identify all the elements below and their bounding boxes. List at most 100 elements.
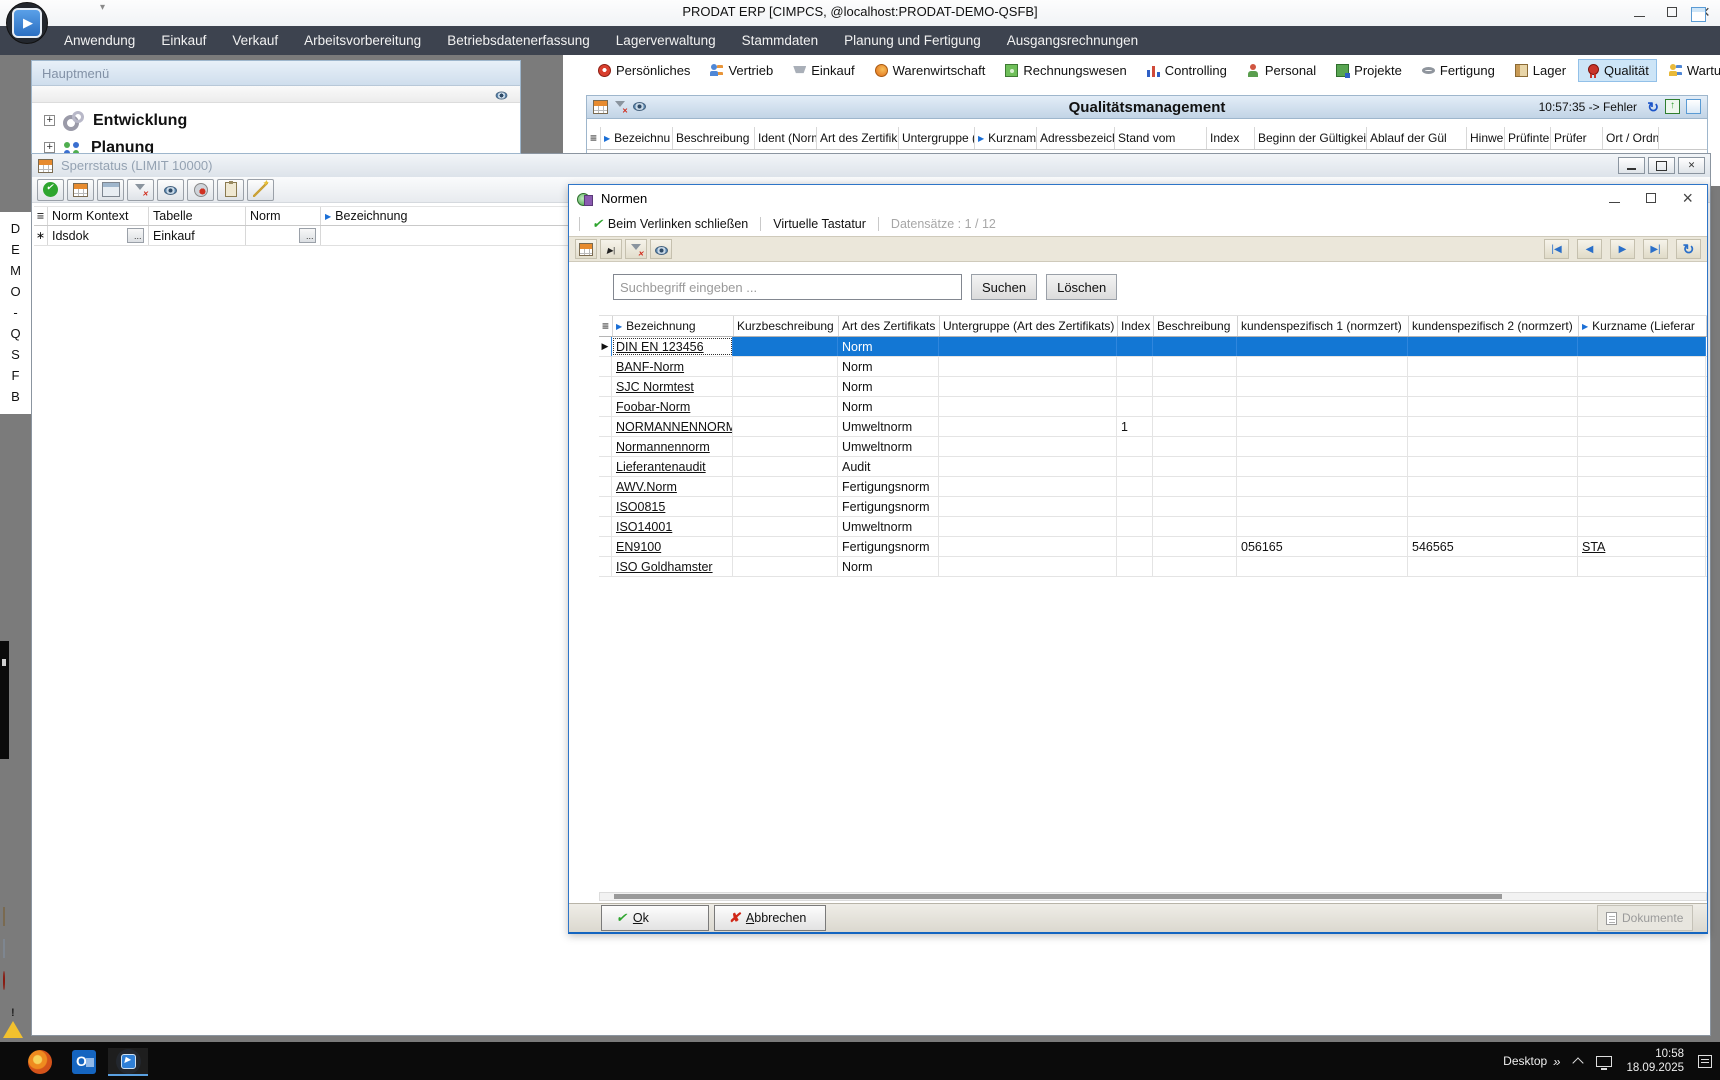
cell-beschreibung[interactable] bbox=[1153, 457, 1237, 476]
cell-kunden2[interactable] bbox=[1408, 497, 1578, 516]
normen-column-kundenspezifisch-normzert-[interactable]: kundenspezifisch 1 (normzert) bbox=[1238, 316, 1409, 336]
cell-index[interactable] bbox=[1117, 457, 1153, 476]
qm-column-untergruppe-[interactable]: Untergruppe ( bbox=[899, 127, 975, 149]
cell-kurzname[interactable] bbox=[1578, 337, 1706, 356]
cell-kurzbeschreibung[interactable] bbox=[733, 397, 838, 416]
tab-lager[interactable]: Lager bbox=[1507, 59, 1574, 82]
cell-beschreibung[interactable] bbox=[1153, 477, 1237, 496]
cell-untergruppe[interactable] bbox=[939, 437, 1117, 456]
maximize-icon[interactable] bbox=[1667, 7, 1677, 17]
menubar-item-verkauf[interactable]: Verkauf bbox=[232, 33, 278, 48]
cell-bezeichnung[interactable]: DIN EN 123456 bbox=[612, 337, 733, 356]
minimize-icon[interactable] bbox=[1618, 157, 1645, 174]
cell-kurzbeschreibung[interactable] bbox=[733, 337, 838, 356]
scrollbar-thumb[interactable] bbox=[614, 894, 1502, 899]
table-row[interactable]: Foobar-NormNorm bbox=[599, 397, 1707, 417]
tab-rechnungswesen[interactable]: Rechnungswesen bbox=[997, 59, 1134, 82]
menubar-item-betriebsdatenerfassung[interactable]: Betriebsdatenerfassung bbox=[447, 33, 590, 48]
table-row[interactable]: ISO0815Fertigungsnorm bbox=[599, 497, 1707, 517]
cell-kunden2[interactable] bbox=[1408, 437, 1578, 456]
filter-button[interactable] bbox=[127, 179, 154, 201]
qm-column-ident-norm-[interactable]: Ident (Norm- / bbox=[755, 127, 817, 149]
hidden-icons-caret-icon[interactable] bbox=[1573, 1057, 1584, 1068]
network-icon[interactable] bbox=[1596, 1056, 1612, 1067]
expand-icon[interactable] bbox=[44, 142, 55, 153]
cell-untergruppe[interactable] bbox=[939, 477, 1117, 496]
cell-bezeichnung[interactable]: Lieferantenaudit bbox=[612, 457, 733, 476]
cell-kurzbeschreibung[interactable] bbox=[733, 497, 838, 516]
dock-table-icon[interactable] bbox=[3, 908, 23, 926]
cell-kunden1[interactable] bbox=[1237, 557, 1408, 576]
sp-column-bezeichnung[interactable]: Bezeichnung bbox=[321, 207, 573, 225]
cell-index[interactable] bbox=[1117, 397, 1153, 416]
normen-titlebar[interactable]: Normen bbox=[569, 185, 1707, 212]
cell-untergruppe[interactable] bbox=[939, 357, 1117, 376]
cell-norm-kontext[interactable]: Idsdok ... bbox=[48, 226, 149, 245]
export-icon[interactable] bbox=[1665, 99, 1680, 114]
menubar-item-stammdaten[interactable]: Stammdaten bbox=[742, 33, 819, 48]
cell-art[interactable]: Fertigungsnorm bbox=[838, 477, 939, 496]
form-view-button[interactable] bbox=[97, 179, 124, 201]
cell-art[interactable]: Norm bbox=[838, 557, 939, 576]
maximize-icon[interactable] bbox=[1648, 157, 1675, 174]
qm-column-pr-fer[interactable]: Prüfer bbox=[1551, 127, 1603, 149]
cell-kunden2[interactable] bbox=[1408, 377, 1578, 396]
tab-personal[interactable]: Personal bbox=[1239, 59, 1324, 82]
save-button[interactable] bbox=[187, 179, 214, 201]
qm-column-ablauf-der-g-l[interactable]: Ablauf der Gül bbox=[1367, 127, 1467, 149]
close-on-link-menu-item[interactable]: Beim Verlinken schließen bbox=[592, 216, 748, 232]
cell-art[interactable]: Umweltnorm bbox=[838, 517, 939, 536]
cell-art[interactable]: Audit bbox=[838, 457, 939, 476]
normen-column-kurzname-lieferar[interactable]: Kurzname (Lieferar bbox=[1579, 316, 1707, 336]
taskbar-prodat-button[interactable] bbox=[108, 1048, 148, 1076]
tab-pers-nliches[interactable]: Persönliches bbox=[590, 59, 698, 82]
norm-browse-button[interactable]: ... bbox=[299, 228, 316, 243]
cell-index[interactable] bbox=[1117, 537, 1153, 556]
cell-kurzbeschreibung[interactable] bbox=[733, 377, 838, 396]
cell-bezeichnung[interactable]: ISO Goldhamster bbox=[612, 557, 733, 576]
qm-column-hinweis[interactable]: Hinweis bbox=[1467, 127, 1505, 149]
panel-icon[interactable] bbox=[1686, 99, 1701, 114]
sidebar-collapsed-panel[interactable] bbox=[0, 641, 9, 759]
cell-bezeichnung[interactable]: SJC Normtest bbox=[612, 377, 733, 396]
cell-untergruppe[interactable] bbox=[939, 557, 1117, 576]
cancel-button[interactable]: Abbrechen bbox=[714, 905, 826, 931]
prodat-logo-icon[interactable] bbox=[6, 2, 48, 44]
nav-next-button[interactable] bbox=[1610, 239, 1635, 259]
cell-untergruppe[interactable] bbox=[939, 457, 1117, 476]
tree-item-entwicklung[interactable]: Entwicklung bbox=[44, 107, 520, 134]
expand-icon[interactable] bbox=[44, 115, 55, 126]
collapse-button[interactable] bbox=[600, 239, 622, 259]
cell-bezeichnung[interactable]: ISO0815 bbox=[612, 497, 733, 516]
cell-bezeichnung[interactable]: Foobar-Norm bbox=[612, 397, 733, 416]
normen-column-untergruppe-art-des-zertifikats-[interactable]: Untergruppe (Art des Zertifikats) bbox=[940, 316, 1118, 336]
minimize-icon[interactable] bbox=[1609, 202, 1620, 203]
cell-kunden1[interactable] bbox=[1237, 357, 1408, 376]
sp-column-tabelle[interactable]: Tabelle bbox=[149, 207, 246, 225]
qm-column-adressbezeichnun[interactable]: Adressbezeichnun bbox=[1037, 127, 1115, 149]
cell-tabelle[interactable]: Einkauf bbox=[149, 226, 246, 245]
clear-button[interactable]: Löschen bbox=[1046, 274, 1117, 300]
tab-warenwirtschaft[interactable]: Warenwirtschaft bbox=[867, 59, 994, 82]
cell-norm[interactable]: ... bbox=[246, 226, 321, 245]
menubar-item-lagerverwaltung[interactable]: Lagerverwaltung bbox=[616, 33, 716, 48]
norm-kontext-browse-button[interactable]: ... bbox=[127, 228, 144, 243]
search-input[interactable] bbox=[613, 274, 962, 300]
search-button[interactable]: Suchen bbox=[971, 274, 1037, 300]
minimize-icon[interactable] bbox=[1634, 16, 1645, 17]
close-icon[interactable] bbox=[1678, 157, 1705, 174]
cell-index[interactable] bbox=[1117, 557, 1153, 576]
table-row[interactable]: ISO14001Umweltnorm bbox=[599, 517, 1707, 537]
cell-bezeichnung[interactable]: NORMANNENNORM bbox=[612, 417, 733, 436]
cell-art[interactable]: Fertigungsnorm bbox=[838, 537, 939, 556]
filter-icon[interactable] bbox=[614, 100, 627, 113]
cell-untergruppe[interactable] bbox=[939, 377, 1117, 396]
cell-untergruppe[interactable] bbox=[939, 337, 1117, 356]
menubar-item-anwendung[interactable]: Anwendung bbox=[64, 33, 135, 48]
menubar-item-ausgangsrechnungen[interactable]: Ausgangsrechnungen bbox=[1007, 33, 1138, 48]
cell-kunden2[interactable]: 546565 bbox=[1408, 537, 1578, 556]
cell-kurzname[interactable] bbox=[1578, 477, 1706, 496]
cell-kunden1[interactable]: 056165 bbox=[1237, 537, 1408, 556]
cell-untergruppe[interactable] bbox=[939, 497, 1117, 516]
cell-index[interactable] bbox=[1117, 337, 1153, 356]
